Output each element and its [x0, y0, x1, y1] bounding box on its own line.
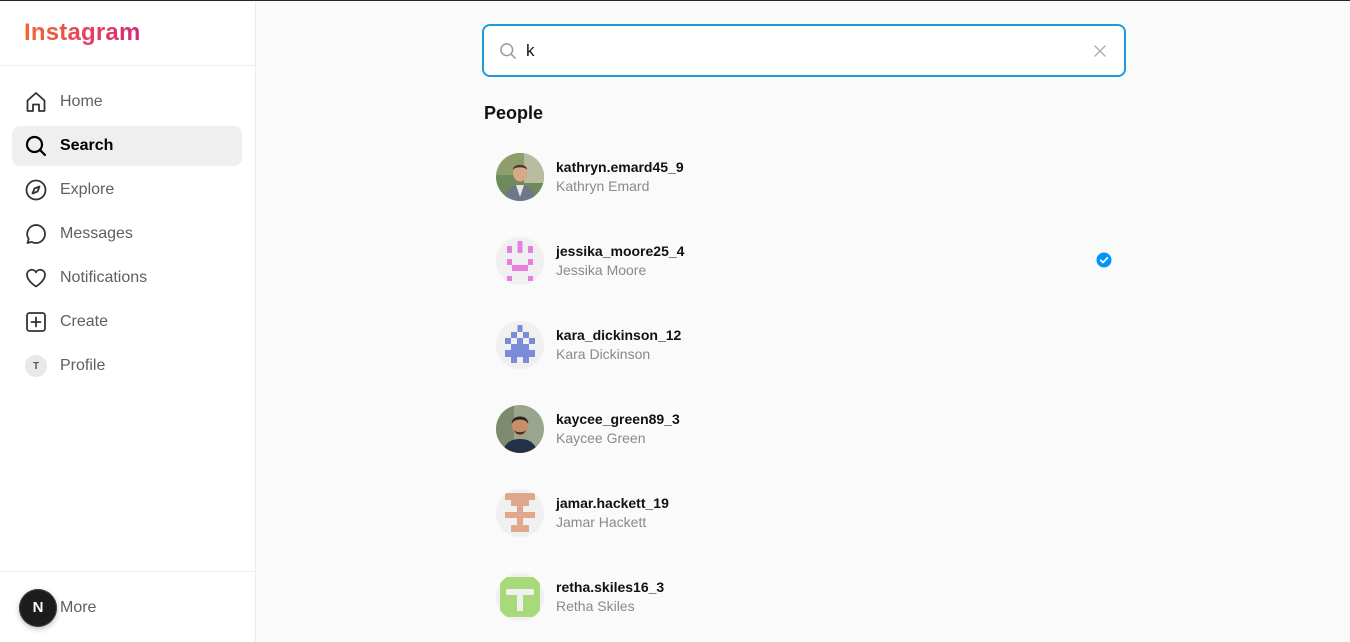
- close-icon: [1094, 45, 1106, 57]
- verified-badge-icon: [1096, 252, 1112, 268]
- clear-search-button[interactable]: [1090, 41, 1110, 61]
- search-icon: [24, 134, 48, 158]
- people-section-title: People: [484, 103, 544, 123]
- compass-icon: [24, 178, 48, 202]
- person-result-row[interactable]: kaycee_green89_3 Kaycee Green: [484, 387, 1124, 471]
- avatar-letter: T: [25, 355, 47, 377]
- sidebar-item-notifications[interactable]: Notifications: [12, 258, 242, 298]
- avatar: [496, 405, 544, 453]
- person-result-row[interactable]: retha.skiles16_3 Retha Skiles: [484, 555, 1124, 639]
- sidebar-item-messages[interactable]: Messages: [12, 214, 242, 254]
- search-bar: [482, 24, 1126, 77]
- person-username: retha.skiles16_3: [556, 579, 665, 595]
- person-username: jamar.hackett_19: [556, 495, 669, 511]
- sidebar-item-label: Home: [60, 93, 103, 110]
- people-results-list: kathryn.emard45_9 Kathryn Emard jessika_…: [484, 135, 1124, 639]
- person-username: jessika_moore25_4: [556, 243, 685, 259]
- person-result-row[interactable]: jamar.hackett_19 Jamar Hackett: [484, 471, 1124, 555]
- sidebar-item-profile[interactable]: T Profile: [12, 346, 242, 386]
- person-fullname: Kathryn Emard: [556, 178, 650, 194]
- avatar: [496, 321, 544, 369]
- plus-square-icon: [24, 310, 48, 334]
- person-fullname: Jessika Moore: [556, 262, 647, 278]
- sidebar-item-label: Create: [60, 313, 109, 330]
- sidebar-item-more[interactable]: N More: [0, 571, 255, 642]
- sidebar-item-label: Search: [60, 137, 114, 154]
- person-text: jessika_moore25_4 Jessika Moore: [556, 242, 684, 280]
- heart-icon: [24, 266, 48, 290]
- message-bubble-icon: [24, 222, 48, 246]
- avatar: [496, 573, 544, 621]
- person-fullname: Kara Dickinson: [556, 346, 651, 362]
- instagram-logo[interactable]: Instagram: [24, 19, 141, 47]
- sidebar-item-label: Notifications: [60, 269, 148, 286]
- person-text: kathryn.emard45_9 Kathryn Emard: [556, 158, 684, 196]
- person-text: kara_dickinson_12 Kara Dickinson: [556, 326, 681, 364]
- person-username: kaycee_green89_3: [556, 411, 680, 427]
- sidebar-item-search[interactable]: Search: [12, 126, 242, 166]
- search-input[interactable]: [526, 35, 1066, 66]
- person-text: kaycee_green89_3 Kaycee Green: [556, 410, 680, 448]
- sidebar-nav: Home Search Explore Messages Notificatio…: [0, 66, 255, 386]
- person-fullname: Retha Skiles: [556, 598, 635, 614]
- person-fullname: Jamar Hackett: [556, 514, 647, 530]
- person-text: retha.skiles16_3 Retha Skiles: [556, 578, 664, 616]
- avatar: [496, 489, 544, 537]
- sidebar-item-home[interactable]: Home: [12, 82, 242, 122]
- person-username: kara_dickinson_12: [556, 327, 682, 343]
- avatar: [496, 237, 544, 285]
- avatar: [496, 153, 544, 201]
- person-result-row[interactable]: jessika_moore25_4 Jessika Moore: [484, 219, 1124, 303]
- sidebar-item-explore[interactable]: Explore: [12, 170, 242, 210]
- search-icon: [498, 41, 518, 61]
- sidebar-item-label: Explore: [60, 181, 115, 198]
- sidebar-item-create[interactable]: Create: [12, 302, 242, 342]
- more-label: More: [60, 598, 97, 616]
- n-badge-icon[interactable]: N: [19, 588, 57, 627]
- person-username: kathryn.emard45_9: [556, 159, 684, 175]
- sidebar: Instagram Home Search Explore Messages N…: [0, 2, 256, 642]
- logo-area: Instagram: [0, 2, 255, 66]
- person-result-row[interactable]: kara_dickinson_12 Kara Dickinson: [484, 303, 1124, 387]
- sidebar-item-label: Profile: [60, 357, 106, 374]
- home-icon: [24, 90, 48, 114]
- person-fullname: Kaycee Green: [556, 430, 646, 446]
- person-result-row[interactable]: kathryn.emard45_9 Kathryn Emard: [484, 135, 1124, 219]
- profile-avatar: T: [24, 354, 48, 378]
- sidebar-item-label: Messages: [60, 225, 133, 242]
- person-text: jamar.hackett_19 Jamar Hackett: [556, 494, 669, 532]
